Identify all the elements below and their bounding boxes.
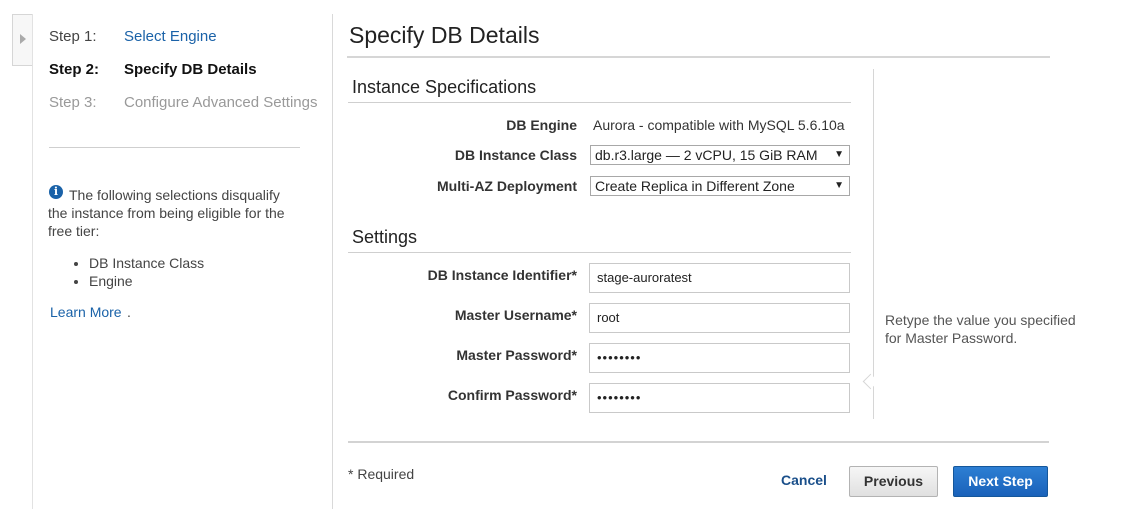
master-username-label: Master Username* — [454, 307, 577, 323]
footer-divider — [348, 441, 1049, 443]
cancel-button[interactable]: Cancel — [781, 472, 827, 488]
step-number: Step 2: — [49, 61, 100, 78]
triangle-down-icon: ▼ — [834, 180, 844, 191]
triangle-down-icon: ▼ — [834, 149, 844, 160]
master-password-label: Master Password* — [456, 347, 577, 363]
step-number: Step 3: — [49, 94, 97, 111]
instance-class-selected: db.r3.large — 2 vCPU, 15 GiB RAM — [595, 147, 818, 163]
instance-identifier-label: DB Instance Identifier* — [427, 267, 577, 283]
sidebar-left-border — [32, 14, 33, 509]
section-title-instance-specs: Instance Specifications — [352, 77, 537, 97]
page-title: Specify DB Details — [349, 22, 540, 48]
learn-more-link[interactable]: Learn More — [50, 304, 122, 320]
master-password-input[interactable]: •••••••• — [589, 343, 850, 373]
confirm-password-label: Confirm Password* — [447, 387, 577, 403]
sidebar-collapse-toggle[interactable] — [12, 14, 33, 66]
multi-az-select[interactable]: Create Replica in Different Zone ▼ — [590, 176, 850, 196]
instance-class-label: DB Instance Class — [454, 147, 577, 163]
previous-button[interactable]: Previous — [849, 466, 938, 497]
confirm-password-help: Retype the value you specified for Maste… — [885, 312, 1076, 346]
list-item: DB Instance Class — [89, 254, 204, 272]
multi-az-label: Multi-AZ Deployment — [437, 178, 577, 194]
step-label-future: Configure Advanced Settings — [124, 94, 318, 111]
panel-divider — [332, 14, 333, 509]
required-note: * Required — [348, 466, 415, 482]
sidebar-divider — [49, 147, 300, 148]
instance-identifier-input[interactable]: stage-auroratest — [589, 263, 850, 293]
next-step-button[interactable]: Next Step — [953, 466, 1048, 497]
help-pointer — [862, 373, 879, 390]
section-divider — [348, 102, 851, 103]
instance-class-select[interactable]: db.r3.large — 2 vCPU, 15 GiB RAM ▼ — [590, 145, 850, 165]
title-divider — [347, 56, 1050, 58]
step-link-select-engine[interactable]: Select Engine — [124, 28, 217, 45]
multi-az-selected: Create Replica in Different Zone — [595, 178, 795, 194]
confirm-password-input[interactable]: •••••••• — [589, 383, 850, 413]
section-title-settings: Settings — [352, 227, 418, 247]
disqualifier-list: DB Instance Class Engine — [70, 254, 204, 290]
chevron-right-icon — [20, 34, 26, 44]
section-divider — [348, 252, 851, 253]
master-username-input[interactable]: root — [589, 303, 850, 333]
help-panel-border — [873, 69, 874, 419]
db-engine-value: Aurora - compatible with MySQL 5.6.10a — [593, 117, 845, 133]
learn-more-suffix: . — [127, 304, 131, 320]
free-tier-info-text: The following selections disqualify the … — [48, 187, 285, 239]
step-number: Step 1: — [49, 28, 97, 45]
list-item: Engine — [89, 272, 204, 290]
step-label-current: Specify DB Details — [124, 61, 257, 78]
db-engine-label: DB Engine — [506, 117, 577, 133]
